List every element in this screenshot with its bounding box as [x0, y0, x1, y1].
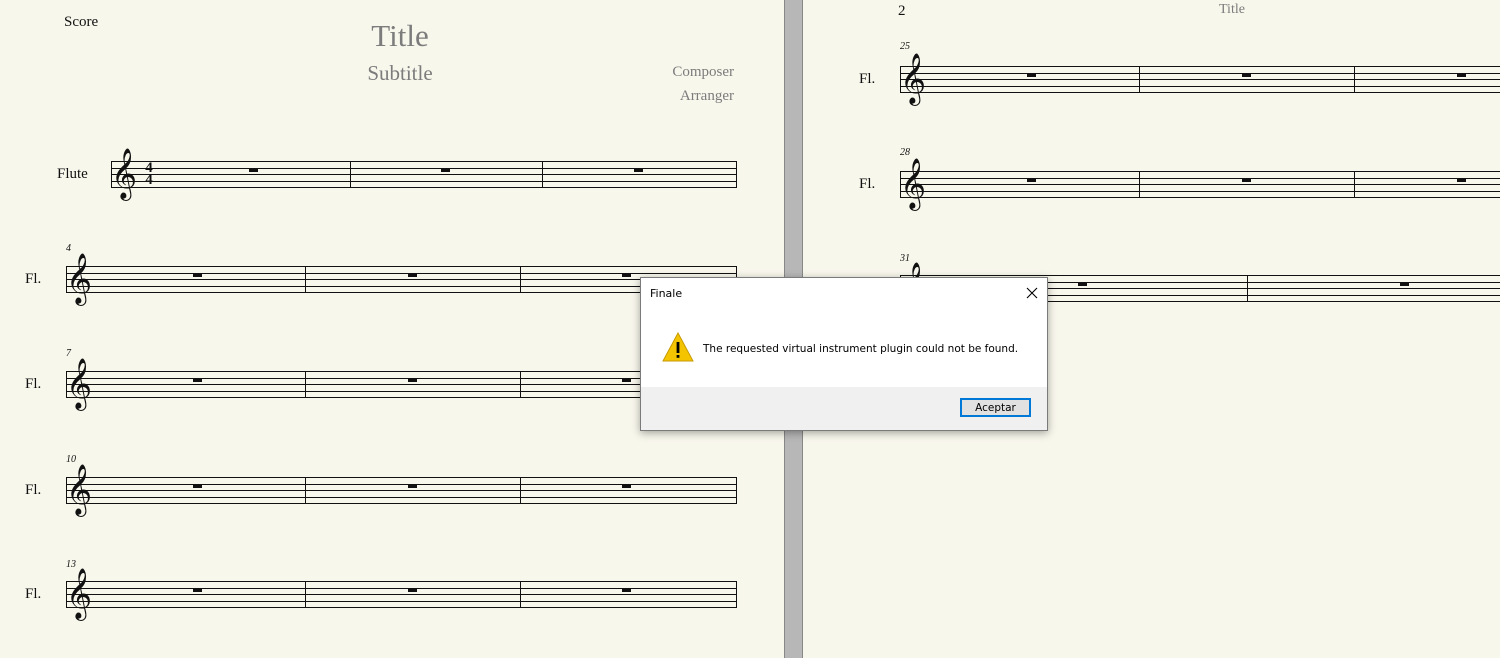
- measure-number: 28: [900, 147, 910, 158]
- whole-rest-icon: [1457, 72, 1466, 77]
- treble-clef-icon: 𝄞: [900, 158, 927, 209]
- whole-rest-icon: [193, 272, 202, 277]
- instrument-name-fl: Fl.: [25, 376, 42, 392]
- whole-rest-icon: [1242, 72, 1251, 77]
- whole-rest-icon: [249, 167, 258, 172]
- instrument-name-fl: Fl.: [859, 176, 876, 192]
- whole-rest-icon: [622, 272, 631, 277]
- close-button[interactable]: [1017, 278, 1047, 308]
- staff-system-6[interactable]: 𝄞: [900, 57, 1500, 101]
- whole-rest-icon: [1027, 177, 1036, 182]
- treble-clef-icon: 𝄞: [66, 568, 93, 619]
- instrument-name-flute: Flute: [57, 166, 88, 182]
- treble-clef-icon: 𝄞: [66, 464, 93, 515]
- score-composer[interactable]: Composer: [672, 64, 734, 81]
- alert-dialog: Finale The requested virtual instrument …: [640, 277, 1048, 431]
- close-icon: [1026, 287, 1038, 299]
- whole-rest-icon: [408, 272, 417, 277]
- instrument-name-fl: Fl.: [25, 271, 42, 287]
- dialog-title: Finale: [650, 287, 683, 300]
- dialog-footer: Aceptar: [641, 387, 1047, 430]
- running-title: Title: [1219, 2, 1245, 17]
- score-title[interactable]: Title: [300, 18, 500, 54]
- whole-rest-icon: [622, 483, 631, 488]
- whole-rest-icon: [1078, 281, 1087, 286]
- staff-system-7[interactable]: 𝄞: [900, 162, 1500, 206]
- treble-clef-icon: 𝄞: [66, 358, 93, 409]
- score-subtitle[interactable]: Subtitle: [300, 61, 500, 86]
- whole-rest-icon: [193, 587, 202, 592]
- whole-rest-icon: [622, 587, 631, 592]
- whole-rest-icon: [193, 483, 202, 488]
- whole-rest-icon: [1242, 177, 1251, 182]
- score-arranger[interactable]: Arranger: [680, 88, 734, 105]
- measure-number: 25: [900, 41, 910, 52]
- whole-rest-icon: [634, 167, 643, 172]
- ok-button[interactable]: Aceptar: [960, 398, 1031, 417]
- whole-rest-icon: [1027, 72, 1036, 77]
- whole-rest-icon: [193, 377, 202, 382]
- instrument-name-fl: Fl.: [25, 586, 42, 602]
- staff-system-3[interactable]: 𝄞: [66, 362, 737, 406]
- whole-rest-icon: [1457, 177, 1466, 182]
- treble-clef-icon: 𝄞: [900, 53, 927, 104]
- whole-rest-icon: [408, 377, 417, 382]
- time-signature: 44: [145, 160, 153, 188]
- staff-system-2[interactable]: 𝄞: [66, 257, 737, 301]
- whole-rest-icon: [622, 377, 631, 382]
- score-label: Score: [64, 14, 99, 30]
- dialog-message: The requested virtual instrument plugin …: [703, 343, 1019, 355]
- instrument-name-fl: Fl.: [859, 71, 876, 87]
- staff-system-1[interactable]: 𝄞 44: [111, 152, 737, 196]
- instrument-name-fl: Fl.: [25, 482, 42, 498]
- staff-system-5[interactable]: 𝄞: [66, 572, 737, 616]
- warning-icon: [662, 332, 694, 362]
- treble-clef-icon: 𝄞: [111, 148, 138, 199]
- whole-rest-icon: [1400, 281, 1409, 286]
- staff-system-4[interactable]: 𝄞: [66, 468, 737, 512]
- whole-rest-icon: [441, 167, 450, 172]
- whole-rest-icon: [408, 587, 417, 592]
- whole-rest-icon: [408, 483, 417, 488]
- page-number: 2: [898, 3, 906, 19]
- treble-clef-icon: 𝄞: [66, 253, 93, 304]
